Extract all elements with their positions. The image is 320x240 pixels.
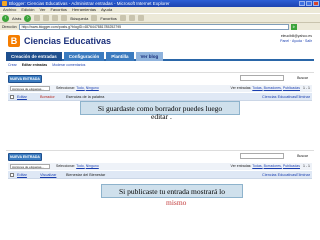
edit-link[interactable]: Editar	[17, 171, 27, 179]
filter-bar: Acciones de etiquetas... Seleccionar: To…	[8, 163, 312, 170]
table-row: Editar Visualizar Bienestar del Bienesta…	[8, 171, 312, 179]
post-title: Esencias de la palabra	[66, 95, 105, 99]
favorites-button-label[interactable]: Favoritos	[100, 16, 116, 21]
star-icon[interactable]	[91, 15, 98, 21]
tab-view-blog[interactable]: Ver blog	[135, 52, 164, 61]
delete-link[interactable]: Eliminar	[296, 93, 310, 101]
label-actions-select[interactable]: Acciones de etiquetas...	[10, 86, 50, 91]
stop-icon[interactable]	[34, 15, 41, 21]
select-none-link[interactable]: Ninguno	[86, 164, 99, 168]
select-all-link[interactable]: Todo,	[76, 86, 85, 90]
post-labels[interactable]: Ciencias Educativas	[262, 171, 296, 179]
filter-all-link[interactable]: Todas,	[252, 164, 262, 168]
main-tabs: Creación de entradas Configuración Plant…	[6, 52, 314, 61]
minimize-icon[interactable]	[299, 1, 305, 6]
search-button-label[interactable]: Búsqueda	[70, 16, 88, 21]
edit-link[interactable]: Editar	[17, 93, 27, 101]
filter-all-link[interactable]: Todas,	[252, 86, 262, 90]
close-icon[interactable]	[313, 1, 319, 6]
tab-settings[interactable]: Configuración	[63, 52, 105, 61]
view-filter: Ver entradas: Todas, Borradores, Publica…	[231, 163, 300, 170]
search-icon[interactable]	[61, 15, 68, 21]
row-checkbox[interactable]	[10, 95, 14, 99]
subtab-moderate[interactable]: Moderar comentarios	[52, 63, 85, 69]
select-all-link[interactable]: Todo,	[76, 164, 85, 168]
select-none-link[interactable]: Ninguno	[86, 86, 99, 90]
maximize-icon[interactable]	[306, 1, 312, 6]
view-link[interactable]: Visualizar	[40, 171, 56, 179]
search-input[interactable]	[240, 75, 284, 81]
back-button-label[interactable]: Atrás	[12, 16, 21, 21]
search-input[interactable]	[240, 153, 284, 159]
address-bar: Dirección http://www.blogger.com/posts.g…	[0, 22, 320, 30]
go-button[interactable]: Ir	[290, 23, 297, 30]
view-filter: Ver entradas: Todas, Borradores, Publica…	[231, 85, 300, 92]
select-links: Seleccionar: Todo, Ninguno	[56, 85, 99, 92]
address-label: Dirección	[2, 24, 17, 29]
callout-published: Si publicaste tu entrada mostrará lo	[101, 184, 243, 198]
window-title: Blogger: Ciencias Educativas - Administr…	[9, 1, 170, 6]
page-content: B Ciencias Educativas eleucibili@yahoo.e…	[0, 30, 320, 240]
forward-arrow-icon[interactable]: ›	[24, 14, 32, 22]
status-badge: Borrador	[40, 95, 55, 99]
search-button[interactable]: Buscar	[297, 76, 308, 80]
filter-drafts-link[interactable]: Borradores,	[264, 164, 282, 168]
back-arrow-icon[interactable]: ‹	[2, 14, 9, 22]
select-label: Seleccionar:	[56, 86, 76, 90]
filter-published-link[interactable]: Publicadas	[283, 164, 300, 168]
mail-icon[interactable]	[128, 15, 135, 21]
row-checkbox[interactable]	[10, 173, 14, 177]
blog-title[interactable]: Ciencias Educativas	[24, 36, 111, 46]
callout-published-text: Si publicaste tu entrada mostrará lo	[118, 187, 225, 196]
subtab-create[interactable]: Crear	[8, 63, 17, 69]
address-input[interactable]: http://www.blogger.com/posts.g?blogID=48…	[18, 23, 289, 30]
pager: 1 - 1	[302, 164, 310, 168]
window-title-bar: Blogger: Ciencias Educativas - Administr…	[0, 0, 320, 7]
browser-toolbar: ‹ Atrás › Búsqueda Favoritos	[0, 13, 320, 22]
table-row: Editar Borrador Esencias de la palabra C…	[8, 93, 312, 101]
delete-link[interactable]: Eliminar	[296, 171, 310, 179]
select-label: Seleccionar:	[56, 164, 76, 168]
user-links[interactable]: Panel · Ayuda · Salir	[280, 39, 312, 43]
tab-posting[interactable]: Creación de entradas	[6, 52, 62, 61]
refresh-icon[interactable]	[43, 15, 50, 21]
callout-drafts-text-2: editar .	[151, 112, 172, 121]
tab-template[interactable]: Plantilla	[106, 52, 134, 61]
post-title: Bienestar del Bienestar	[66, 173, 106, 177]
history-icon[interactable]	[119, 15, 126, 21]
pager: 1 - 1	[302, 86, 310, 90]
user-email: eleucibili@yahoo.es	[280, 34, 312, 38]
subtab-edit-posts[interactable]: Editar entradas	[22, 63, 47, 69]
ie-icon	[2, 1, 7, 6]
label-actions-select[interactable]: Acciones de etiquetas...	[10, 164, 50, 169]
filter-drafts-link[interactable]: Borradores,	[264, 86, 282, 90]
new-post-button[interactable]: NUEVA ENTRADA	[8, 75, 42, 83]
view-label: Ver entradas:	[230, 86, 252, 90]
post-labels[interactable]: Ciencias Educativas	[262, 93, 296, 101]
new-post-button[interactable]: NUEVA ENTRADA	[8, 153, 42, 161]
sub-tabs: Crear Editar entradas Moderar comentario…	[6, 63, 314, 69]
filter-bar: Acciones de etiquetas... Seleccionar: To…	[8, 85, 312, 92]
view-label: Ver entradas:	[230, 164, 252, 168]
blogger-logo-icon[interactable]: B	[8, 35, 20, 47]
select-links: Seleccionar: Todo, Ninguno	[56, 163, 99, 170]
blogger-header: B Ciencias Educativas eleucibili@yahoo.e…	[6, 32, 314, 50]
window-controls	[299, 1, 319, 6]
callout-published-text-2: mismo	[166, 198, 187, 207]
search-button[interactable]: Buscar	[297, 154, 308, 158]
filter-published-link[interactable]: Publicadas	[283, 86, 300, 90]
home-icon[interactable]	[52, 15, 59, 21]
print-icon[interactable]	[137, 15, 144, 21]
